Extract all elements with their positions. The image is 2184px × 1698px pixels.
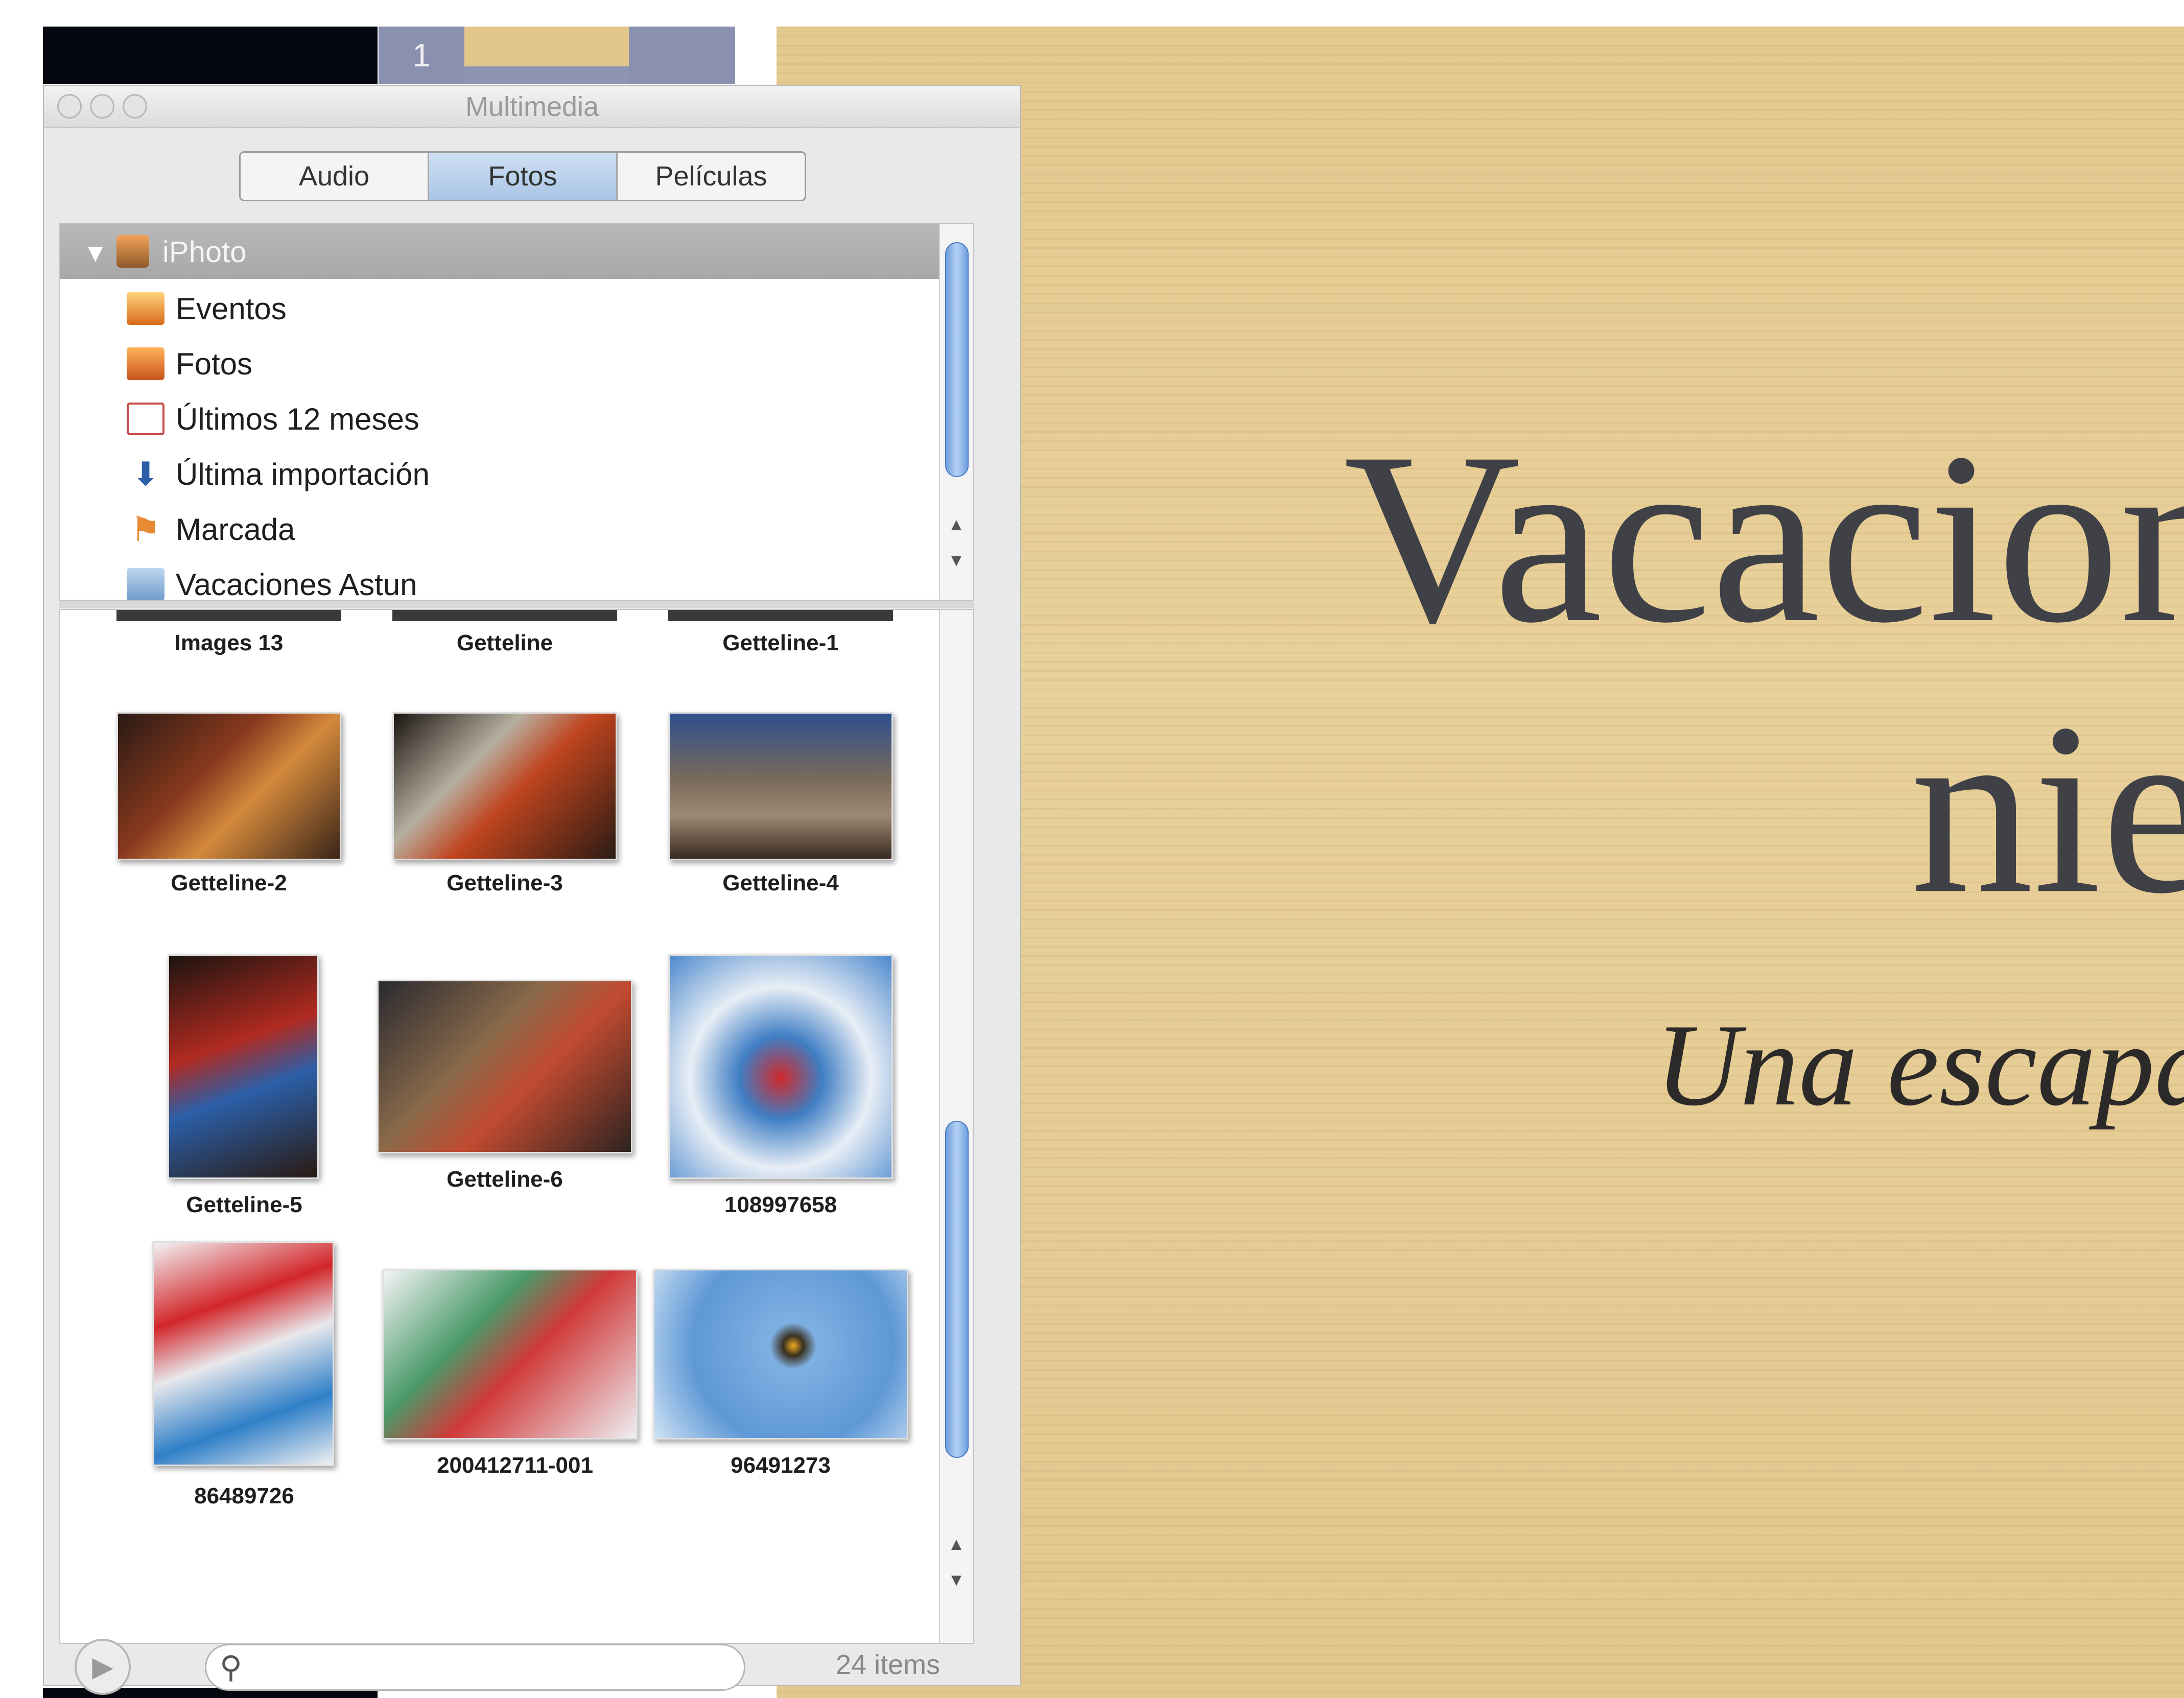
source-item-last-import[interactable]: Última importación [127,449,430,500]
photo-grid: Images 13 Getteline Getteline-1 Gettelin… [59,609,974,1644]
source-item-events[interactable]: Eventos [127,283,287,334]
slide-title-line1[interactable]: Vacacion [1344,415,2184,660]
toolbar-tab-2-shade [464,66,629,84]
photo-thumbnail[interactable] [152,1241,334,1466]
photo-caption: Getteline-1 [722,630,839,655]
play-icon: ▶ [92,1652,113,1682]
source-item-label: Marcada [176,512,295,547]
toolbar-tab-2[interactable] [464,27,629,66]
source-item-label: Fotos [176,346,253,381]
top-dark-bar [43,27,378,84]
photo-thumbnail[interactable] [116,712,341,860]
photo-caption: Getteline-4 [722,870,839,895]
scrollbar-thumb[interactable] [945,242,969,477]
import-icon [127,458,165,490]
tab-movies[interactable]: Películas [618,153,805,200]
scroll-down-arrow-icon[interactable]: ▼ [940,551,973,571]
photo-thumbnail[interactable] [382,1269,638,1440]
split-view-divider[interactable] [59,601,974,608]
events-icon [127,292,165,325]
search-icon: ⚲ [220,1650,242,1684]
source-item-photos[interactable]: Fotos [127,338,252,389]
photo-grid-scrollbar[interactable]: ▲ ▼ [939,610,973,1643]
search-input[interactable] [257,1650,730,1685]
photo-thumbnail-partial[interactable] [392,610,617,621]
tab-audio[interactable]: Audio [241,153,429,200]
photos-icon [127,347,165,380]
scroll-up-arrow-icon[interactable]: ▲ [940,515,973,535]
window-title: Multimedia [465,91,599,122]
source-item-album[interactable]: Vacaciones Astun [127,559,417,601]
search-field[interactable]: ⚲ [205,1644,745,1691]
source-item-last-12-months[interactable]: Últimos 12 meses [127,393,419,444]
media-type-tabs: Audio Fotos Películas [239,151,806,201]
window-titlebar[interactable]: Multimedia [44,86,1020,128]
photo-thumbnail[interactable] [668,712,893,860]
multimedia-window: Multimedia Audio Fotos Películas ▼ iPhot… [43,85,1021,1695]
source-item-label: Últimos 12 meses [176,402,419,436]
scrollbar-thumb[interactable] [945,1121,969,1458]
source-item-label: Última importación [176,457,430,491]
source-list-scrollbar[interactable]: ▲ ▼ [939,224,973,600]
photo-caption: 108997658 [724,1192,837,1217]
photo-caption: 86489726 [194,1483,294,1508]
iphoto-library-row[interactable]: ▼ iPhoto [60,224,973,279]
photo-thumbnail[interactable] [377,980,632,1153]
photo-caption: 96491273 [731,1453,831,1478]
source-item-flagged[interactable]: Marcada [127,504,295,555]
photo-caption: Getteline-2 [171,870,287,895]
photo-caption: Images 13 [174,630,284,655]
slide-title-line2[interactable]: nie [1911,686,2184,931]
photo-caption: 200412711-001 [437,1453,593,1478]
window-footer: ▶ ⚲ 24 items [44,1639,1020,1695]
album-icon [127,568,165,600]
toolbar-tab-label: 1 [412,37,431,74]
photo-caption: Getteline-3 [447,870,563,895]
source-list: ▼ iPhoto Eventos Fotos Últimos 12 meses … [59,223,974,601]
slide-subtitle[interactable]: Una escapa [1655,997,2184,1133]
play-button[interactable]: ▶ [75,1639,131,1695]
photo-thumbnail[interactable] [168,954,319,1179]
toolbar-tab-1[interactable]: 1 [379,27,464,84]
photo-thumbnail-partial[interactable] [116,610,341,621]
tab-photos[interactable]: Fotos [429,153,618,200]
photo-thumbnail-partial[interactable] [668,610,893,621]
toolbar-tab-3[interactable] [629,27,735,84]
scroll-up-arrow-icon[interactable]: ▲ [940,1535,973,1554]
disclosure-triangle-icon[interactable]: ▼ [83,238,108,268]
library-label: iPhoto [162,235,247,269]
photo-caption: Getteline-6 [447,1167,563,1192]
photo-caption: Getteline [456,630,553,655]
source-item-label: Eventos [176,291,287,326]
calendar-icon [127,403,165,435]
item-count: 24 items [836,1649,941,1680]
source-item-label: Vacaciones Astun [176,567,417,601]
photo-thumbnail[interactable] [653,1269,908,1440]
photo-caption: Getteline-5 [186,1192,302,1217]
iphoto-icon [116,235,149,268]
flag-icon [127,513,165,546]
photo-thumbnail[interactable] [392,712,617,860]
scroll-down-arrow-icon[interactable]: ▼ [940,1570,973,1590]
photo-thumbnail[interactable] [668,954,893,1179]
